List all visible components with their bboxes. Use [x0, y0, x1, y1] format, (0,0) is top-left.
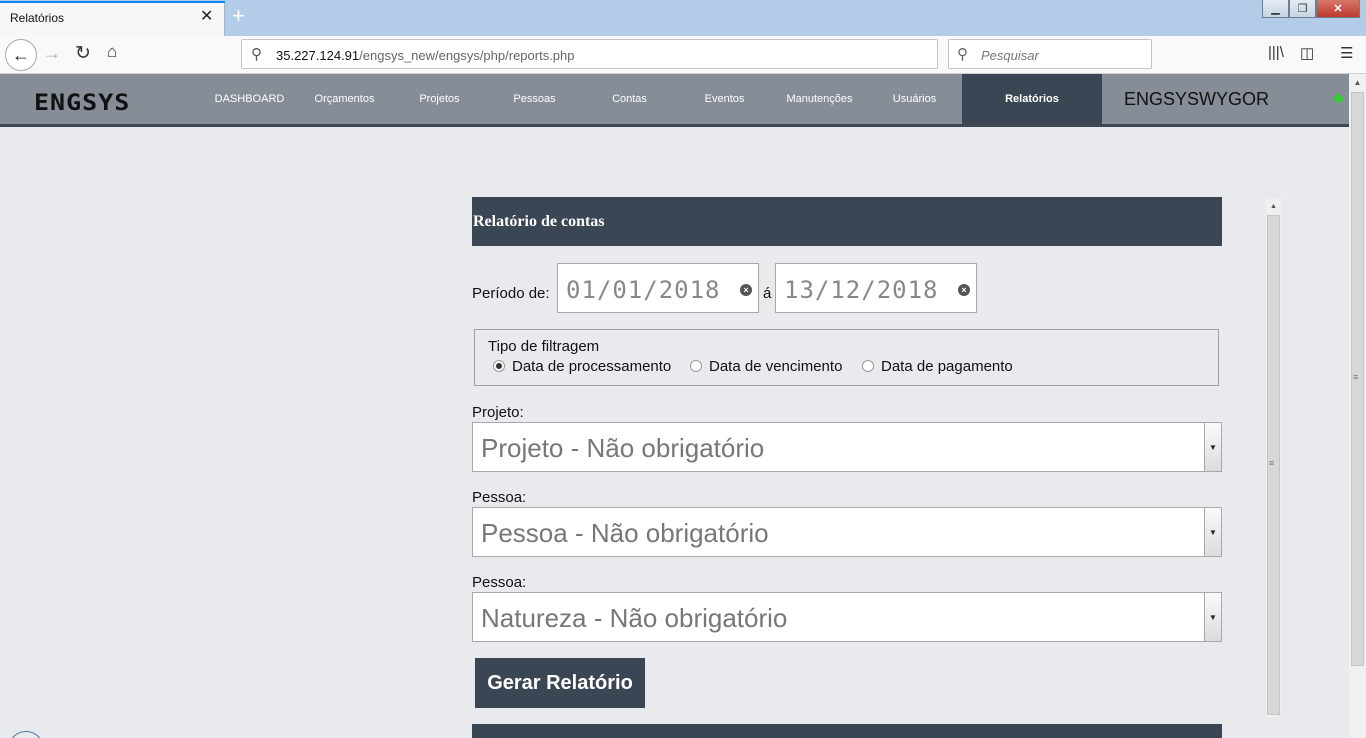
projeto-select-value: Projeto - Não obrigatório: [481, 433, 765, 463]
url-text: 35.227.124.91/engsys_new/engsys/php/repo…: [276, 48, 575, 63]
projeto-select[interactable]: Projeto - Não obrigatório ▼: [472, 422, 1222, 472]
engsys-logo[interactable]: ENGSYS: [34, 89, 130, 115]
close-tab-icon[interactable]: ✕: [200, 9, 213, 25]
restore-icon[interactable]: ❐: [1289, 0, 1316, 18]
nav-manutencoes[interactable]: Manutenções: [772, 74, 867, 124]
online-status-dot: [1334, 94, 1343, 103]
filter-type-legend: Tipo de filtragem: [488, 338, 600, 355]
period-separator: á: [763, 285, 772, 302]
date-from-input[interactable]: 01/01/2018 ×: [557, 263, 759, 313]
natureza-label: Pessoa:: [472, 574, 527, 591]
library-icon[interactable]: |||\: [1268, 44, 1284, 61]
scroll-grip-icon: ≡: [1353, 372, 1359, 382]
projeto-label: Projeto:: [472, 404, 524, 421]
close-window-icon[interactable]: ✕: [1316, 0, 1360, 18]
search-icon: ⚲: [251, 46, 262, 63]
date-from-value: 01/01/2018: [566, 276, 721, 304]
minimize-icon[interactable]: ▁: [1262, 0, 1289, 18]
chevron-down-icon[interactable]: ▼: [1204, 593, 1221, 641]
date-to-value: 13/12/2018: [784, 276, 939, 304]
home-icon[interactable]: ⌂: [107, 42, 117, 62]
report-title: Relatório de contas: [473, 213, 605, 230]
chevron-down-icon[interactable]: ▼: [1204, 508, 1221, 556]
chevron-down-icon[interactable]: ▼: [1204, 423, 1221, 471]
nav-orcamentos[interactable]: Orçamentos: [297, 74, 392, 124]
radio-data-vencimento[interactable]: [690, 360, 702, 372]
pessoa-select-value: Pessoa - Não obrigatório: [481, 518, 769, 548]
new-tab-icon[interactable]: +: [232, 5, 245, 27]
tab-active-indicator: [0, 1, 225, 3]
navbar-divider: [0, 124, 1349, 127]
date-to-input[interactable]: 13/12/2018 ×: [775, 263, 977, 313]
scroll-grip-icon: ≡: [1269, 458, 1275, 468]
nav-relatorios[interactable]: Relatórios: [962, 74, 1102, 124]
tab-title: Relatórios: [10, 11, 65, 25]
radio-label-processamento[interactable]: Data de processamento: [512, 358, 671, 375]
search-bar[interactable]: ⚲ Pesquisar: [948, 39, 1152, 69]
window-controls: ▁ ❐ ✕: [1262, 0, 1360, 20]
nav-usuarios[interactable]: Usuários: [867, 74, 962, 124]
generate-report-button[interactable]: Gerar Relatório: [475, 658, 645, 708]
search-icon: ⚲: [957, 46, 968, 63]
radio-label-pagamento[interactable]: Data de pagamento: [881, 358, 1013, 375]
period-label: Período de:: [472, 285, 550, 302]
forward-arrow-icon[interactable]: →: [43, 43, 61, 64]
search-placeholder: Pesquisar: [981, 48, 1039, 63]
url-host: 35.227.124.91: [276, 48, 360, 63]
corner-widget-icon[interactable]: [8, 731, 44, 738]
pessoa-label: Pessoa:: [472, 489, 527, 506]
natureza-select[interactable]: Natureza - Não obrigatório ▼: [472, 592, 1222, 642]
radio-label-vencimento[interactable]: Data de vencimento: [709, 358, 842, 375]
menu-icon[interactable]: ☰: [1340, 44, 1353, 62]
url-path: /engsys_new/engsys/php/reports.php: [359, 48, 575, 63]
radio-data-pagamento[interactable]: [862, 360, 874, 372]
pessoa-select[interactable]: Pessoa - Não obrigatório ▼: [472, 507, 1222, 557]
natureza-select-value: Natureza - Não obrigatório: [481, 603, 788, 633]
browser-tab[interactable]: Relatórios ✕: [0, 1, 225, 36]
report-panel-footer: [472, 724, 1222, 738]
nav-pessoas[interactable]: Pessoas: [487, 74, 582, 124]
clear-date-icon[interactable]: ×: [740, 284, 752, 296]
nav-eventos[interactable]: Eventos: [677, 74, 772, 124]
radio-data-processamento[interactable]: [493, 360, 505, 372]
username[interactable]: ENGSYSWYGOR: [1124, 89, 1269, 110]
back-arrow-icon[interactable]: ←: [5, 39, 37, 71]
scroll-up-icon[interactable]: ▲: [1349, 74, 1366, 91]
browser-toolbar: ← → ↻ ⌂ ⚲ 35.227.124.91/engsys_new/engsy…: [0, 36, 1366, 74]
nav-projetos[interactable]: Projetos: [392, 74, 487, 124]
clear-date-icon[interactable]: ×: [958, 284, 970, 296]
reload-icon[interactable]: ↻: [75, 42, 91, 65]
scroll-up-icon[interactable]: ▲: [1266, 199, 1281, 213]
nav-contas[interactable]: Contas: [582, 74, 677, 124]
sidebar-icon[interactable]: ◫: [1300, 44, 1314, 62]
address-bar[interactable]: ⚲ 35.227.124.91/engsys_new/engsys/php/re…: [241, 39, 938, 69]
nav-dashboard[interactable]: DASHBOARD: [202, 74, 297, 124]
